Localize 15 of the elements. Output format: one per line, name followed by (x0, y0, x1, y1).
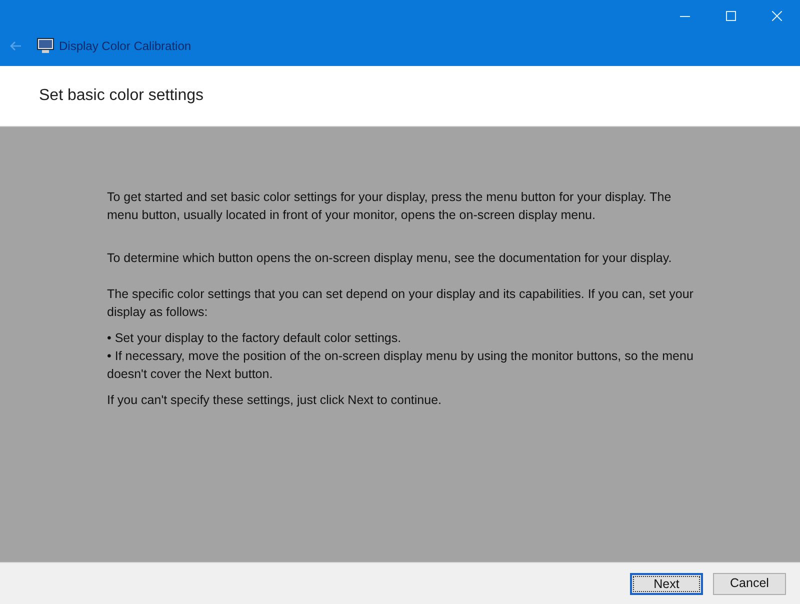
back-button[interactable] (9, 39, 23, 53)
close-icon (772, 11, 782, 21)
instruction-text: To determine which button opens the on-screen display menu, see the documentation for your display. (107, 250, 673, 267)
maximize-icon (726, 11, 736, 21)
window-title: Display Color Calibration (59, 38, 192, 55)
bullet-item: • If necessary, move the position of the on-screen display menu by using the monitor buttons, so the menu doesn't cover the Next button. (107, 348, 694, 383)
next-button[interactable]: Next (630, 572, 703, 594)
cancel-button[interactable]: Cancel (713, 572, 786, 594)
instruction-text: If you can't specify these settings, just click Next to continue. (107, 392, 442, 409)
instruction-text: To get started and set basic color settings for your display, press the menu button for your display. The menu button, usually located in front of your monitor, opens the on-screen display menu. (107, 189, 672, 224)
instruction-text: The specific color settings that you can set depend on your display and its capabilities. If you can, set your display as follows: (107, 286, 694, 321)
monitor-icon (37, 38, 54, 54)
page-heading: Set basic color settings (39, 86, 204, 106)
bullet-item: • Set your display to the factory default color settings. (107, 330, 402, 347)
back-arrow-icon (10, 41, 22, 51)
